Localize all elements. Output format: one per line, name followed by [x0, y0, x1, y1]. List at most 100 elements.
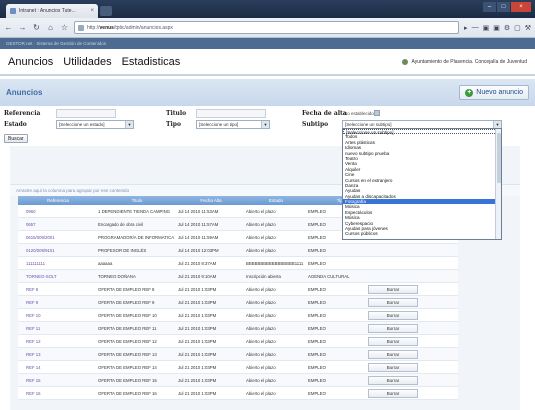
table-row[interactable]: REF 12 OFERTA DE EMPLEO REF 12 Jul 21 2010…	[18, 335, 458, 348]
borrar-button[interactable]: Borrar	[368, 311, 418, 320]
borrar-button[interactable]: Borrar	[368, 389, 418, 398]
fecha-cell: Jul 21 2010 1:03PM	[178, 313, 217, 318]
table-row[interactable]: REF 10 OFERTA DE EMPLEO REF 10 Jul 21 2010…	[18, 309, 458, 322]
table-row[interactable]: 0120/009/9101 PROFESOR DE INGLÉS Jul 14 20…	[18, 244, 458, 257]
back-icon[interactable]: ←	[4, 23, 13, 32]
borrar-button[interactable]: Borrar	[368, 285, 418, 294]
browser-tab[interactable]: Intranet : Anuncios Tute... ×	[6, 4, 98, 18]
reference-cell[interactable]: 0615/009/2001	[26, 231, 96, 244]
menu-anuncios[interactable]: Anuncios	[8, 56, 53, 68]
titulo-cell: OFERTA DE EMPLEO REF 13	[98, 352, 157, 357]
reload-icon[interactable]: ↻	[32, 23, 41, 32]
reference-cell[interactable]: REF 11	[26, 322, 96, 335]
borrar-button[interactable]: Borrar	[368, 324, 418, 333]
column-header-titulo[interactable]: Titulo	[98, 196, 176, 205]
column-header-estado[interactable]: Estado	[246, 196, 306, 205]
table-row[interactable]: TORNEO-SOLT TORNEO DOÑANA Jul 21 2010 9:10…	[18, 270, 458, 283]
reference-cell[interactable]: REF 15	[26, 374, 96, 387]
menu-utilidades[interactable]: Utilidades	[63, 56, 111, 68]
fecha-cell: Jul 14 2010 11:53AM	[178, 209, 219, 214]
tipo-cell: EMPLEO	[308, 326, 326, 331]
estado-value: [Seleccione un estado]	[59, 122, 105, 127]
maximize-button[interactable]: □	[497, 2, 510, 12]
column-header-referencia[interactable]: Referencia	[18, 196, 98, 205]
reference-cell[interactable]: REF 9	[26, 296, 96, 309]
column-header-fecha[interactable]: Fecha Alta	[176, 196, 246, 205]
titulo-input[interactable]	[196, 109, 266, 118]
fecha-cell: Jul 14 2010 11:57AM	[178, 222, 219, 227]
play-icon[interactable]: ▸	[464, 24, 468, 32]
chevron-down-icon: ▼	[125, 121, 133, 128]
extension-icon[interactable]: ▣	[493, 24, 500, 32]
minimize-button[interactable]: –	[483, 2, 496, 12]
star-icon[interactable]: ☆	[60, 23, 69, 32]
referencia-input[interactable]	[56, 109, 116, 118]
reference-cell[interactable]: REF 14	[26, 361, 96, 374]
scrollbar-thumb[interactable]	[497, 133, 501, 183]
tipo-cell: EMPLEO	[308, 365, 326, 370]
table-row[interactable]: REF 14 OFERTA DE EMPLEO REF 14 Jul 21 2010…	[18, 361, 458, 374]
titulo-cell: PROFESOR DE INGLÉS	[98, 248, 147, 253]
page-menu-icon[interactable]: ▢	[514, 24, 521, 32]
close-icon[interactable]: ×	[90, 8, 94, 14]
dropdown-scrollbar[interactable]	[495, 129, 501, 239]
estado-cell: Abierto el plazo	[246, 365, 276, 370]
reference-cell[interactable]: 0657	[26, 218, 96, 231]
plus-icon: +	[465, 88, 474, 97]
estado-select[interactable]: [Seleccione un estado] ▼	[56, 120, 134, 129]
menu-estadisticas[interactable]: Estadisticas	[122, 56, 181, 68]
fecha-cell: Jul 21 2010 1:03PM	[178, 339, 217, 344]
tipo-cell: EMPLEO	[308, 287, 326, 292]
table-row[interactable]: REF 9 OFERTA DE EMPLEO REF 9 Jul 21 2010 1…	[18, 296, 458, 309]
dropdown-option[interactable]: Cursos públicos	[343, 231, 501, 236]
borrar-button[interactable]: Borrar	[368, 363, 418, 372]
extension-icon[interactable]: ▣	[483, 24, 490, 32]
estado-cell: Abierto el plazo	[246, 235, 276, 240]
fecha-cell: Jul 14 2010 12:03PM	[178, 248, 219, 253]
borrar-button[interactable]: Borrar	[368, 376, 418, 385]
titulo-cell: OFERTA DE EMPLEO REF 11	[98, 326, 157, 331]
close-window-button[interactable]: ×	[511, 2, 531, 12]
table-row[interactable]: REF 11 OFERTA DE EMPLEO REF 11 Jul 21 2010…	[18, 322, 458, 335]
reference-cell[interactable]: REF 8	[26, 283, 96, 296]
wrench-icon[interactable]: ⚒	[525, 24, 531, 32]
reference-cell[interactable]: REF 13	[26, 348, 96, 361]
table-row[interactable]: REF 15 OFERTA DE EMPLEO REF 15 Jul 21 2010…	[18, 374, 458, 387]
new-anuncio-button[interactable]: + Nuevo anuncio	[459, 85, 529, 100]
fecha-cell: Jul 21 2010 1:03PM	[178, 365, 217, 370]
borrar-button[interactable]: Borrar	[368, 350, 418, 359]
table-row[interactable]: 111111111 aaaaaa Jul 21 2010 8:37AM BBBBBBB…	[18, 257, 458, 270]
reference-cell[interactable]: REF 10	[26, 309, 96, 322]
reference-cell[interactable]: 111111111	[26, 257, 96, 270]
home-icon[interactable]: ⌂	[46, 23, 55, 32]
reference-cell[interactable]: 0960	[26, 205, 96, 218]
buscar-button[interactable]: Buscar	[4, 134, 28, 143]
new-tab-button[interactable]	[100, 6, 112, 16]
tipo-cell: EMPLEO	[308, 300, 326, 305]
minus-icon[interactable]: —	[472, 24, 479, 31]
reference-cell[interactable]: REF 16	[26, 387, 96, 400]
tipo-select[interactable]: [Seleccione un tipo] ▼	[196, 120, 270, 129]
estado-cell: Abierto el plazo	[246, 313, 276, 318]
calendar-icon[interactable]	[374, 110, 380, 116]
tipo-label: Tipo	[166, 121, 181, 128]
subtipo-dropdown-list[interactable]: [Seleccione un subtipo] Todos Artes plásti…	[342, 128, 502, 240]
table-row[interactable]: REF 8 OFERTA DE EMPLEO REF 8 Jul 21 2010 1…	[18, 283, 458, 296]
org-info: Ayuntamiento de Plasencia. Concejalía de…	[402, 58, 527, 65]
fecha-cell: Jul 21 2010 1:03PM	[178, 300, 217, 305]
estado-cell: Abierto el plazo	[246, 300, 276, 305]
org-text: Ayuntamiento de Plasencia. Concejalía de…	[411, 58, 527, 65]
table-row[interactable]: REF 16 OFERTA DE EMPLEO REF 16 Jul 21 2010…	[18, 387, 458, 400]
gear-icon[interactable]: ⚙	[504, 24, 510, 32]
reference-cell[interactable]: 0120/009/9101	[26, 244, 96, 257]
reference-cell[interactable]: TORNEO-SOLT	[26, 270, 96, 283]
borrar-button[interactable]: Borrar	[368, 337, 418, 346]
titulo-cell: 1 DEPENDIENTE TIENDA CAMPING	[98, 209, 171, 214]
borrar-button[interactable]: Borrar	[368, 298, 418, 307]
user-icon	[402, 58, 409, 65]
reference-cell[interactable]: REF 12	[26, 335, 96, 348]
address-bar[interactable]: http://venus/tptic/admin/anuncios.aspx	[74, 21, 460, 34]
forward-icon[interactable]: →	[18, 23, 27, 32]
table-row[interactable]: REF 13 OFERTA DE EMPLEO REF 13 Jul 21 2010…	[18, 348, 458, 361]
titulo-label: Titulo	[166, 110, 187, 117]
